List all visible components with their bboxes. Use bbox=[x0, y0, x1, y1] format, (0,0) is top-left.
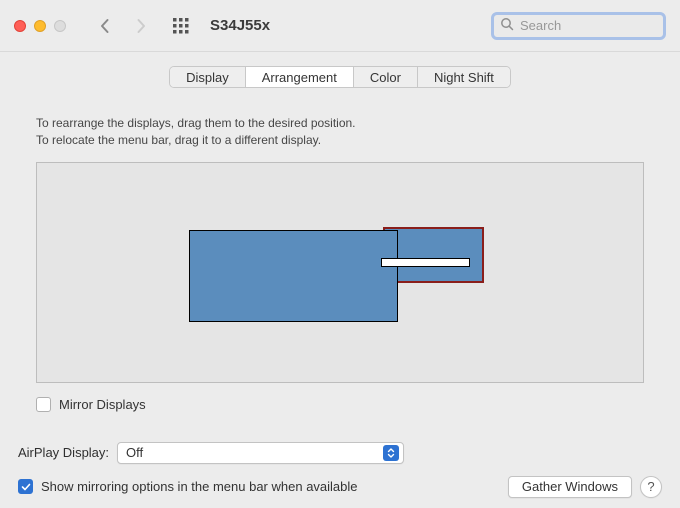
nav-buttons bbox=[96, 17, 150, 35]
zoom-window-button bbox=[54, 20, 66, 32]
show-mirroring-label: Show mirroring options in the menu bar w… bbox=[41, 479, 358, 494]
mirror-displays-checkbox[interactable] bbox=[36, 397, 51, 412]
back-button[interactable] bbox=[96, 17, 114, 35]
tab-night-shift[interactable]: Night Shift bbox=[418, 67, 510, 87]
show-all-button[interactable] bbox=[172, 17, 190, 35]
show-mirroring-checkbox[interactable] bbox=[18, 479, 33, 494]
gather-windows-button[interactable]: Gather Windows bbox=[508, 476, 632, 498]
help-button[interactable]: ? bbox=[640, 476, 662, 498]
instructions: To rearrange the displays, drag them to … bbox=[18, 91, 662, 158]
airplay-select[interactable]: Off bbox=[117, 442, 404, 464]
minimize-window-button[interactable] bbox=[34, 20, 46, 32]
close-window-button[interactable] bbox=[14, 20, 26, 32]
airplay-label: AirPlay Display: bbox=[18, 445, 109, 460]
chevron-up-down-icon bbox=[383, 445, 399, 461]
forward-button[interactable] bbox=[132, 17, 150, 35]
menu-bar-indicator[interactable] bbox=[381, 258, 470, 267]
page-title: S34J55x bbox=[210, 17, 483, 34]
secondary-display[interactable] bbox=[383, 227, 484, 283]
instruction-line-1: To rearrange the displays, drag them to … bbox=[36, 115, 644, 132]
mirror-displays-label: Mirror Displays bbox=[59, 397, 146, 412]
titlebar: S34J55x bbox=[0, 0, 680, 52]
search-field[interactable] bbox=[491, 12, 666, 40]
primary-display[interactable] bbox=[189, 230, 398, 322]
search-input[interactable] bbox=[520, 18, 657, 33]
display-arrangement-area[interactable] bbox=[36, 162, 644, 383]
arrangement-pane: To rearrange the displays, drag them to … bbox=[18, 91, 662, 428]
window-controls bbox=[14, 20, 66, 32]
bottom-controls: AirPlay Display: Off Show mirroring opti… bbox=[0, 442, 680, 498]
instruction-line-2: To relocate the menu bar, drag it to a d… bbox=[36, 132, 644, 149]
search-icon bbox=[500, 17, 514, 34]
airplay-value: Off bbox=[126, 445, 143, 460]
tab-color[interactable]: Color bbox=[354, 67, 418, 87]
tab-display[interactable]: Display bbox=[170, 67, 246, 87]
tab-arrangement[interactable]: Arrangement bbox=[246, 67, 354, 87]
tab-bar: Display Arrangement Color Night Shift bbox=[0, 66, 680, 88]
